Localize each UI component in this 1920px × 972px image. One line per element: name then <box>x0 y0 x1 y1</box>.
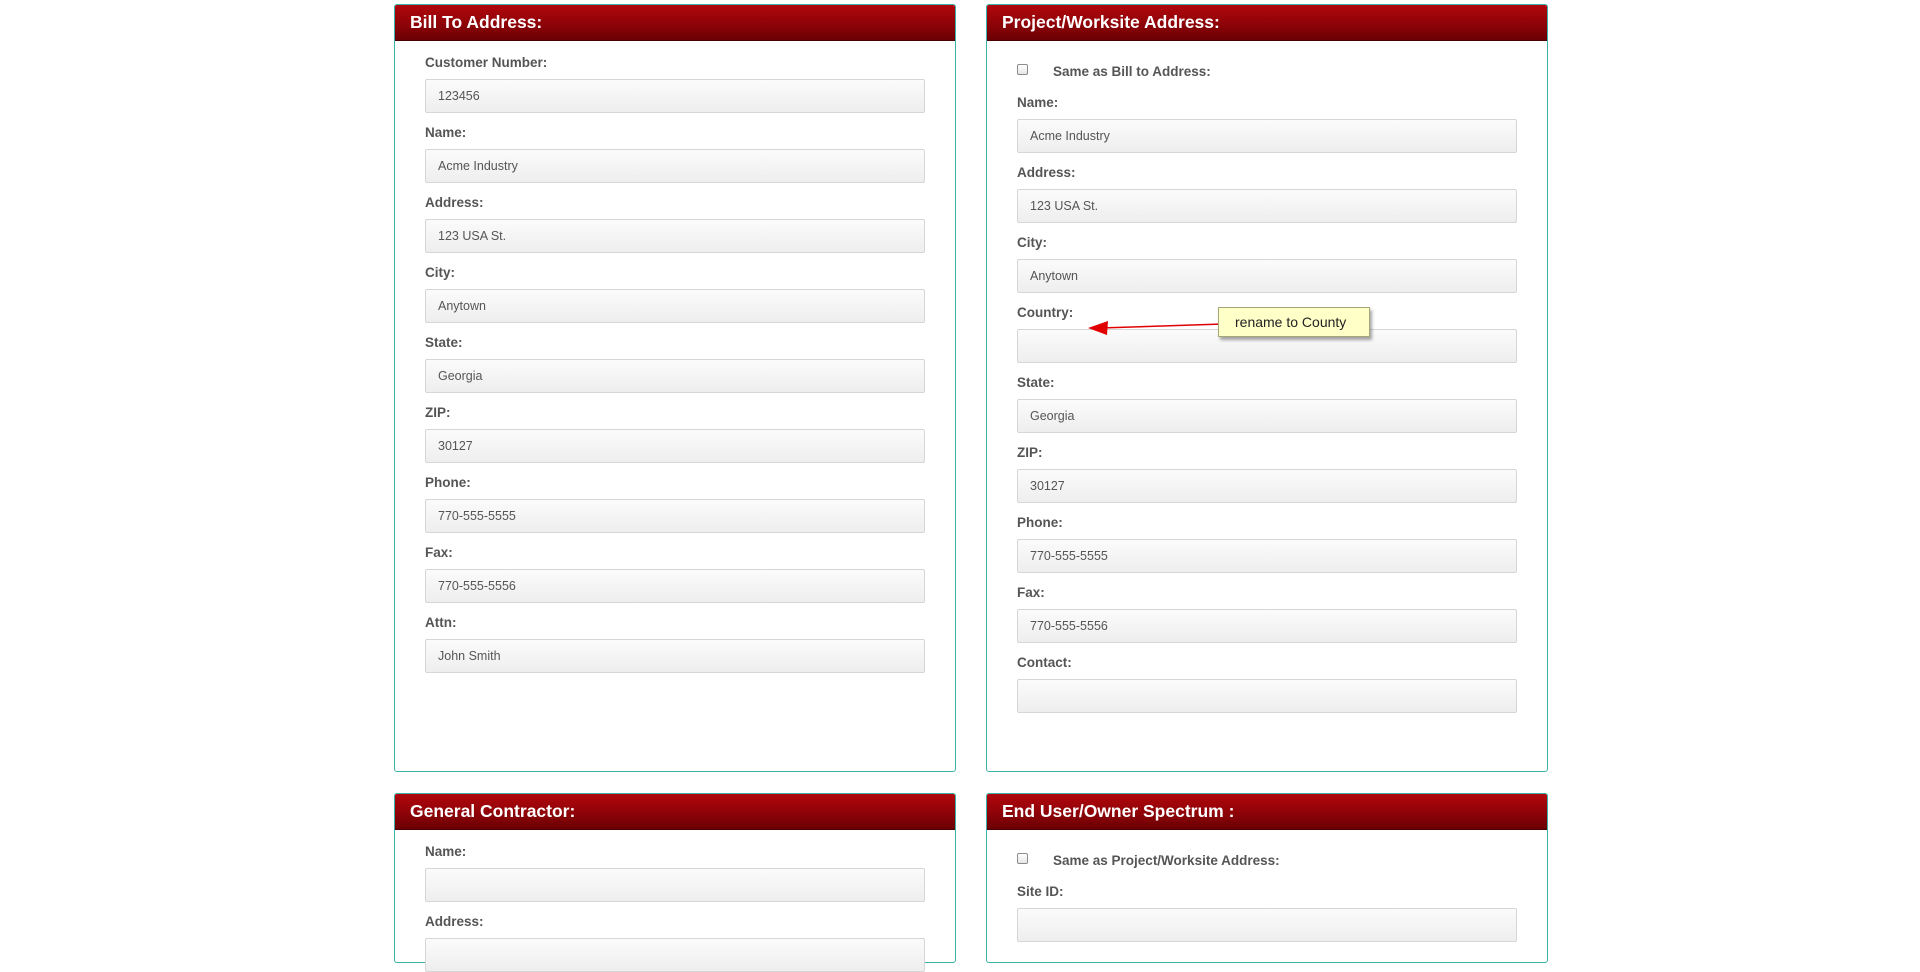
site-id-field: Site ID: <box>1017 884 1517 942</box>
gc-address-label: Address: <box>425 914 484 929</box>
bill-zip-field: ZIP: 30127 <box>425 405 925 463</box>
project-fax-input[interactable]: 770-555-5556 <box>1017 609 1517 643</box>
general-contractor-header: General Contractor: <box>395 794 955 830</box>
general-contractor-title: General Contractor: <box>410 801 576 821</box>
end-user-title: End User/Owner Spectrum : <box>1002 801 1235 821</box>
project-city-field: City: Anytown <box>1017 235 1517 293</box>
bill-city-field: City: Anytown <box>425 265 925 323</box>
bill-to-panel: Bill To Address: Customer Number: 123456… <box>394 4 956 772</box>
project-name-field: Name: Acme Industry <box>1017 95 1517 153</box>
customer-number-label: Customer Number: <box>425 55 548 70</box>
bill-name-label: Name: <box>425 125 467 140</box>
same-as-bill-label: Same as Bill to Address: <box>1053 63 1211 79</box>
project-phone-field: Phone: 770-555-5555 <box>1017 515 1517 573</box>
project-contact-field: Contact: <box>1017 655 1517 713</box>
project-header: Project/Worksite Address: <box>987 5 1547 41</box>
bill-attn-label: Attn: <box>425 615 457 630</box>
customer-number-field: Customer Number: 123456 <box>425 55 925 113</box>
project-name-label: Name: <box>1017 95 1059 110</box>
bill-name-field: Name: Acme Industry <box>425 125 925 183</box>
same-as-project-row: Same as Project/Worksite Address: <box>1017 850 1517 870</box>
annotation-arrow <box>1088 319 1228 335</box>
project-fax-label: Fax: <box>1017 585 1045 600</box>
project-zip-input[interactable]: 30127 <box>1017 469 1517 503</box>
bill-state-label: State: <box>425 335 463 350</box>
bill-city-input[interactable]: Anytown <box>425 289 925 323</box>
project-state-input[interactable]: Georgia <box>1017 399 1517 433</box>
end-user-header: End User/Owner Spectrum : <box>987 794 1547 830</box>
bill-to-title: Bill To Address: <box>410 12 543 32</box>
project-fax-field: Fax: 770-555-5556 <box>1017 585 1517 643</box>
general-contractor-panel: General Contractor: Name: Address: <box>394 793 956 972</box>
bill-fax-input[interactable]: 770-555-5556 <box>425 569 925 603</box>
bill-phone-field: Phone: 770-555-5555 <box>425 475 925 533</box>
customer-number-input[interactable]: 123456 <box>425 79 925 113</box>
gc-name-input[interactable] <box>425 868 925 902</box>
bill-name-input[interactable]: Acme Industry <box>425 149 925 183</box>
project-state-label: State: <box>1017 375 1055 390</box>
bill-attn-input[interactable]: John Smith <box>425 639 925 673</box>
project-address-label: Address: <box>1017 165 1076 180</box>
site-id-input[interactable] <box>1017 908 1517 942</box>
project-zip-field: ZIP: 30127 <box>1017 445 1517 503</box>
bill-address-input[interactable]: 123 USA St. <box>425 219 925 253</box>
project-city-label: City: <box>1017 235 1047 250</box>
bill-state-input[interactable]: Georgia <box>425 359 925 393</box>
project-title: Project/Worksite Address: <box>1002 12 1220 32</box>
annotation-callout: rename to County <box>1218 307 1370 337</box>
bill-address-label: Address: <box>425 195 484 210</box>
same-as-project-label: Same as Project/Worksite Address: <box>1053 852 1280 868</box>
annotation-text: rename to County <box>1235 314 1347 330</box>
bill-to-header: Bill To Address: <box>395 5 955 41</box>
project-address-input[interactable]: 123 USA St. <box>1017 189 1517 223</box>
bill-fax-label: Fax: <box>425 545 453 560</box>
bill-address-field: Address: 123 USA St. <box>425 195 925 253</box>
project-state-field: State: Georgia <box>1017 375 1517 433</box>
project-phone-input[interactable]: 770-555-5555 <box>1017 539 1517 573</box>
project-contact-input[interactable] <box>1017 679 1517 713</box>
bill-zip-input[interactable]: 30127 <box>425 429 925 463</box>
project-address-field: Address: 123 USA St. <box>1017 165 1517 223</box>
gc-address-field: Address: <box>425 914 925 972</box>
project-city-input[interactable]: Anytown <box>1017 259 1517 293</box>
end-user-panel: End User/Owner Spectrum : Same as Projec… <box>986 793 1548 963</box>
bill-city-label: City: <box>425 265 455 280</box>
gc-address-input[interactable] <box>425 938 925 972</box>
project-contact-label: Contact: <box>1017 655 1072 670</box>
project-zip-label: ZIP: <box>1017 445 1043 460</box>
project-panel: Project/Worksite Address: Same as Bill t… <box>986 4 1548 772</box>
gc-name-field: Name: <box>425 844 925 902</box>
project-phone-label: Phone: <box>1017 515 1063 530</box>
project-name-input[interactable]: Acme Industry <box>1017 119 1517 153</box>
same-as-project-checkbox[interactable] <box>1017 852 1028 864</box>
bill-phone-input[interactable]: 770-555-5555 <box>425 499 925 533</box>
site-id-label: Site ID: <box>1017 884 1064 899</box>
bill-attn-field: Attn: John Smith <box>425 615 925 673</box>
bill-phone-label: Phone: <box>425 475 471 490</box>
bill-zip-label: ZIP: <box>425 405 451 420</box>
same-as-bill-row: Same as Bill to Address: <box>1017 61 1517 81</box>
gc-name-label: Name: <box>425 844 467 859</box>
bill-state-field: State: Georgia <box>425 335 925 393</box>
same-as-bill-checkbox[interactable] <box>1017 63 1028 75</box>
bill-fax-field: Fax: 770-555-5556 <box>425 545 925 603</box>
